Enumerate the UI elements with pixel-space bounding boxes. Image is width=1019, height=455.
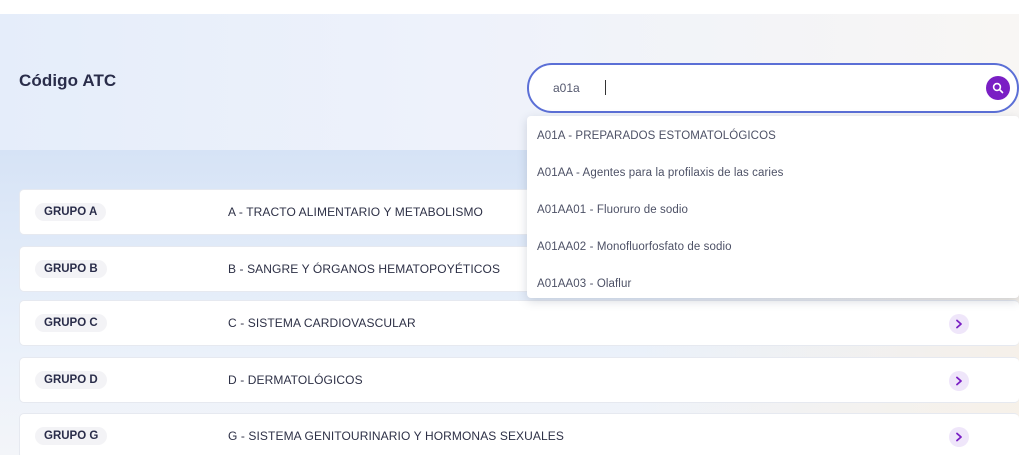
suggestion-item[interactable]: A01AA01 - Fluoruro de sodio [537,204,688,216]
group-label: A - TRACTO ALIMENTARIO Y METABOLISMO [228,205,483,219]
suggestion-item[interactable]: A01AA - Agentes para la profilaxis de la… [537,167,783,179]
group-label: D - DERMATOLÓGICOS [228,373,363,387]
group-label: B - SANGRE Y ÓRGANOS HEMATOPOYÉTICOS [228,262,501,276]
group-row-g[interactable]: GRUPO G G - SISTEMA GENITOURINARIO Y HOR… [19,413,1019,455]
chevron-right-icon[interactable] [949,371,969,391]
group-label: C - SISTEMA CARDIOVASCULAR [228,316,416,330]
group-badge: GRUPO B [35,260,107,278]
atc-page: Código ATC GRUPO A A - TRACTO ALIMENTARI… [0,0,1019,455]
group-row-c[interactable]: GRUPO C C - SISTEMA CARDIOVASCULAR [19,300,1019,346]
text-caret [605,80,606,95]
group-badge: GRUPO C [35,314,107,332]
group-badge: GRUPO D [35,371,107,389]
search-box[interactable] [527,63,1019,113]
chevron-right-icon[interactable] [949,427,969,447]
search-input[interactable] [553,79,953,97]
page-title: Código ATC [19,71,117,90]
group-label: G - SISTEMA GENITOURINARIO Y HORMONAS SE… [228,429,565,443]
suggestion-item[interactable]: A01AA02 - Monofluorfosfato de sodio [537,241,732,253]
group-badge: GRUPO G [35,427,108,445]
search-icon [992,82,1004,94]
autocomplete-dropdown: A01A - PREPARADOS ESTOMATOLÓGICOS A01AA … [527,116,1019,298]
group-badge: GRUPO A [35,203,107,221]
chevron-right-icon[interactable] [949,314,969,334]
group-row-d[interactable]: GRUPO D D - DERMATOLÓGICOS [19,357,1019,403]
suggestion-item[interactable]: A01AA03 - Olaflur [537,278,631,290]
suggestion-item[interactable]: A01A - PREPARADOS ESTOMATOLÓGICOS [537,130,776,142]
search-button[interactable] [986,76,1010,100]
